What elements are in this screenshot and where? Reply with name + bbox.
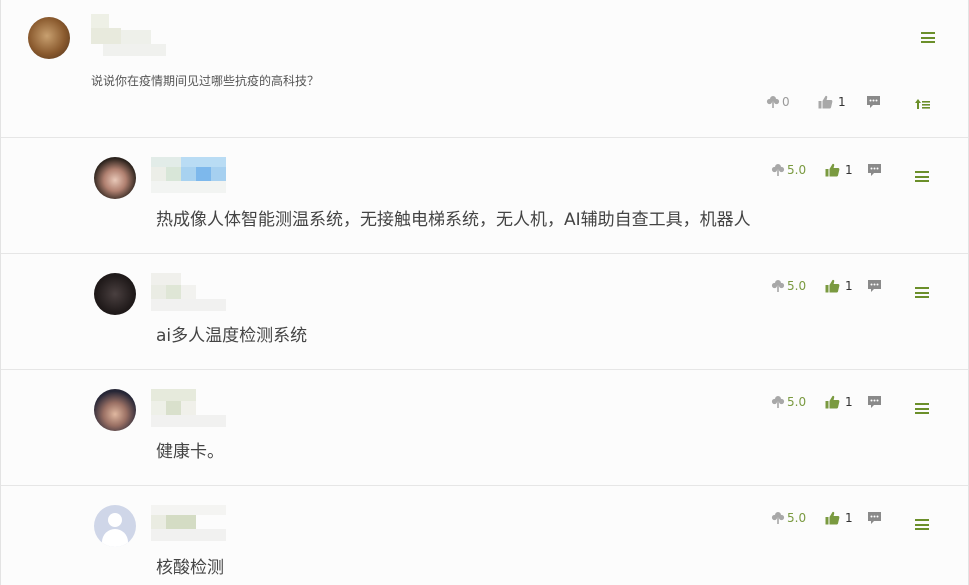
answer-post: 5.0 1 核酸检测 [1, 486, 968, 585]
avatar[interactable] [94, 505, 136, 547]
thumbs-up-icon [825, 511, 840, 525]
score-group[interactable]: 5.0 [771, 395, 825, 409]
like-count: 1 [845, 163, 853, 177]
question-post: 说说你在疫情期间见过哪些抗疫的高科技？ 0 1 [1, 0, 968, 138]
like-group[interactable]: 1 [825, 395, 867, 409]
qa-thread: 说说你在疫情期间见过哪些抗疫的高科技？ 0 1 5.0 1 热成像人体智能测温系… [0, 0, 969, 585]
thumbs-up-icon [825, 395, 840, 409]
score-group[interactable]: 5.0 [771, 279, 825, 293]
question-meta: 0 1 [766, 95, 906, 109]
flower-icon [771, 164, 785, 176]
like-group[interactable]: 1 [825, 163, 867, 177]
username-blurred[interactable] [151, 389, 226, 427]
comment-icon [867, 96, 880, 108]
thumbs-up-icon [825, 163, 840, 177]
answer-text: 热成像人体智能测温系统，无接触电梯系统，无人机，AI辅助自查工具，机器人 [156, 210, 751, 230]
score-group[interactable]: 5.0 [771, 511, 825, 525]
thumbs-up-icon [825, 279, 840, 293]
answer-meta: 5.0 1 [771, 163, 897, 177]
comment-button[interactable] [866, 95, 906, 109]
answer-text: 健康卡。 [156, 442, 224, 462]
question-text: 说说你在疫情期间见过哪些抗疫的高科技？ [91, 74, 320, 88]
username-blurred[interactable] [151, 157, 226, 195]
like-group[interactable]: 1 [825, 279, 867, 293]
like-count: 1 [845, 279, 853, 293]
score-value: 5.0 [787, 395, 807, 409]
menu-icon[interactable] [915, 287, 929, 298]
flower-icon [771, 396, 785, 408]
answer-meta: 5.0 1 [771, 395, 897, 409]
answer-post: 5.0 1 ai多人温度检测系统 [1, 254, 968, 370]
like-count: 1 [845, 511, 853, 525]
comment-button[interactable] [867, 511, 897, 525]
score-group[interactable]: 5.0 [771, 163, 825, 177]
avatar[interactable] [94, 157, 136, 199]
menu-icon[interactable] [915, 171, 929, 182]
thumbs-up-icon [818, 95, 833, 109]
like-group[interactable]: 1 [818, 95, 866, 109]
avatar[interactable] [94, 273, 136, 315]
score-value: 5.0 [787, 163, 807, 177]
like-count: 1 [838, 95, 846, 109]
username-blurred[interactable] [151, 273, 226, 311]
score-value: 0 [782, 95, 790, 109]
avatar[interactable] [28, 17, 70, 59]
score-group[interactable]: 0 [766, 95, 818, 109]
comment-icon [868, 512, 881, 524]
flower-icon [771, 280, 785, 292]
answer-post: 5.0 1 健康卡。 [1, 370, 968, 486]
comment-button[interactable] [867, 395, 897, 409]
flower-icon [766, 96, 780, 108]
menu-icon[interactable] [921, 32, 935, 43]
username-blurred[interactable] [151, 505, 226, 543]
score-value: 5.0 [787, 279, 807, 293]
answer-meta: 5.0 1 [771, 511, 897, 525]
answer-text: ai多人温度检测系统 [156, 326, 308, 346]
answer-post: 5.0 1 热成像人体智能测温系统，无接触电梯系统，无人机，AI辅助自查工具，机… [1, 138, 968, 254]
comment-button[interactable] [867, 279, 897, 293]
score-value: 5.0 [787, 511, 807, 525]
sort-icon[interactable] [914, 98, 930, 110]
menu-icon[interactable] [915, 403, 929, 414]
answer-meta: 5.0 1 [771, 279, 897, 293]
comment-icon [868, 164, 881, 176]
menu-icon[interactable] [915, 519, 929, 530]
comment-icon [868, 280, 881, 292]
flower-icon [771, 512, 785, 524]
avatar[interactable] [94, 389, 136, 431]
comment-button[interactable] [867, 163, 897, 177]
comment-icon [868, 396, 881, 408]
username-blurred[interactable] [91, 14, 166, 59]
like-group[interactable]: 1 [825, 511, 867, 525]
like-count: 1 [845, 395, 853, 409]
answer-text: 核酸检测 [156, 558, 224, 578]
